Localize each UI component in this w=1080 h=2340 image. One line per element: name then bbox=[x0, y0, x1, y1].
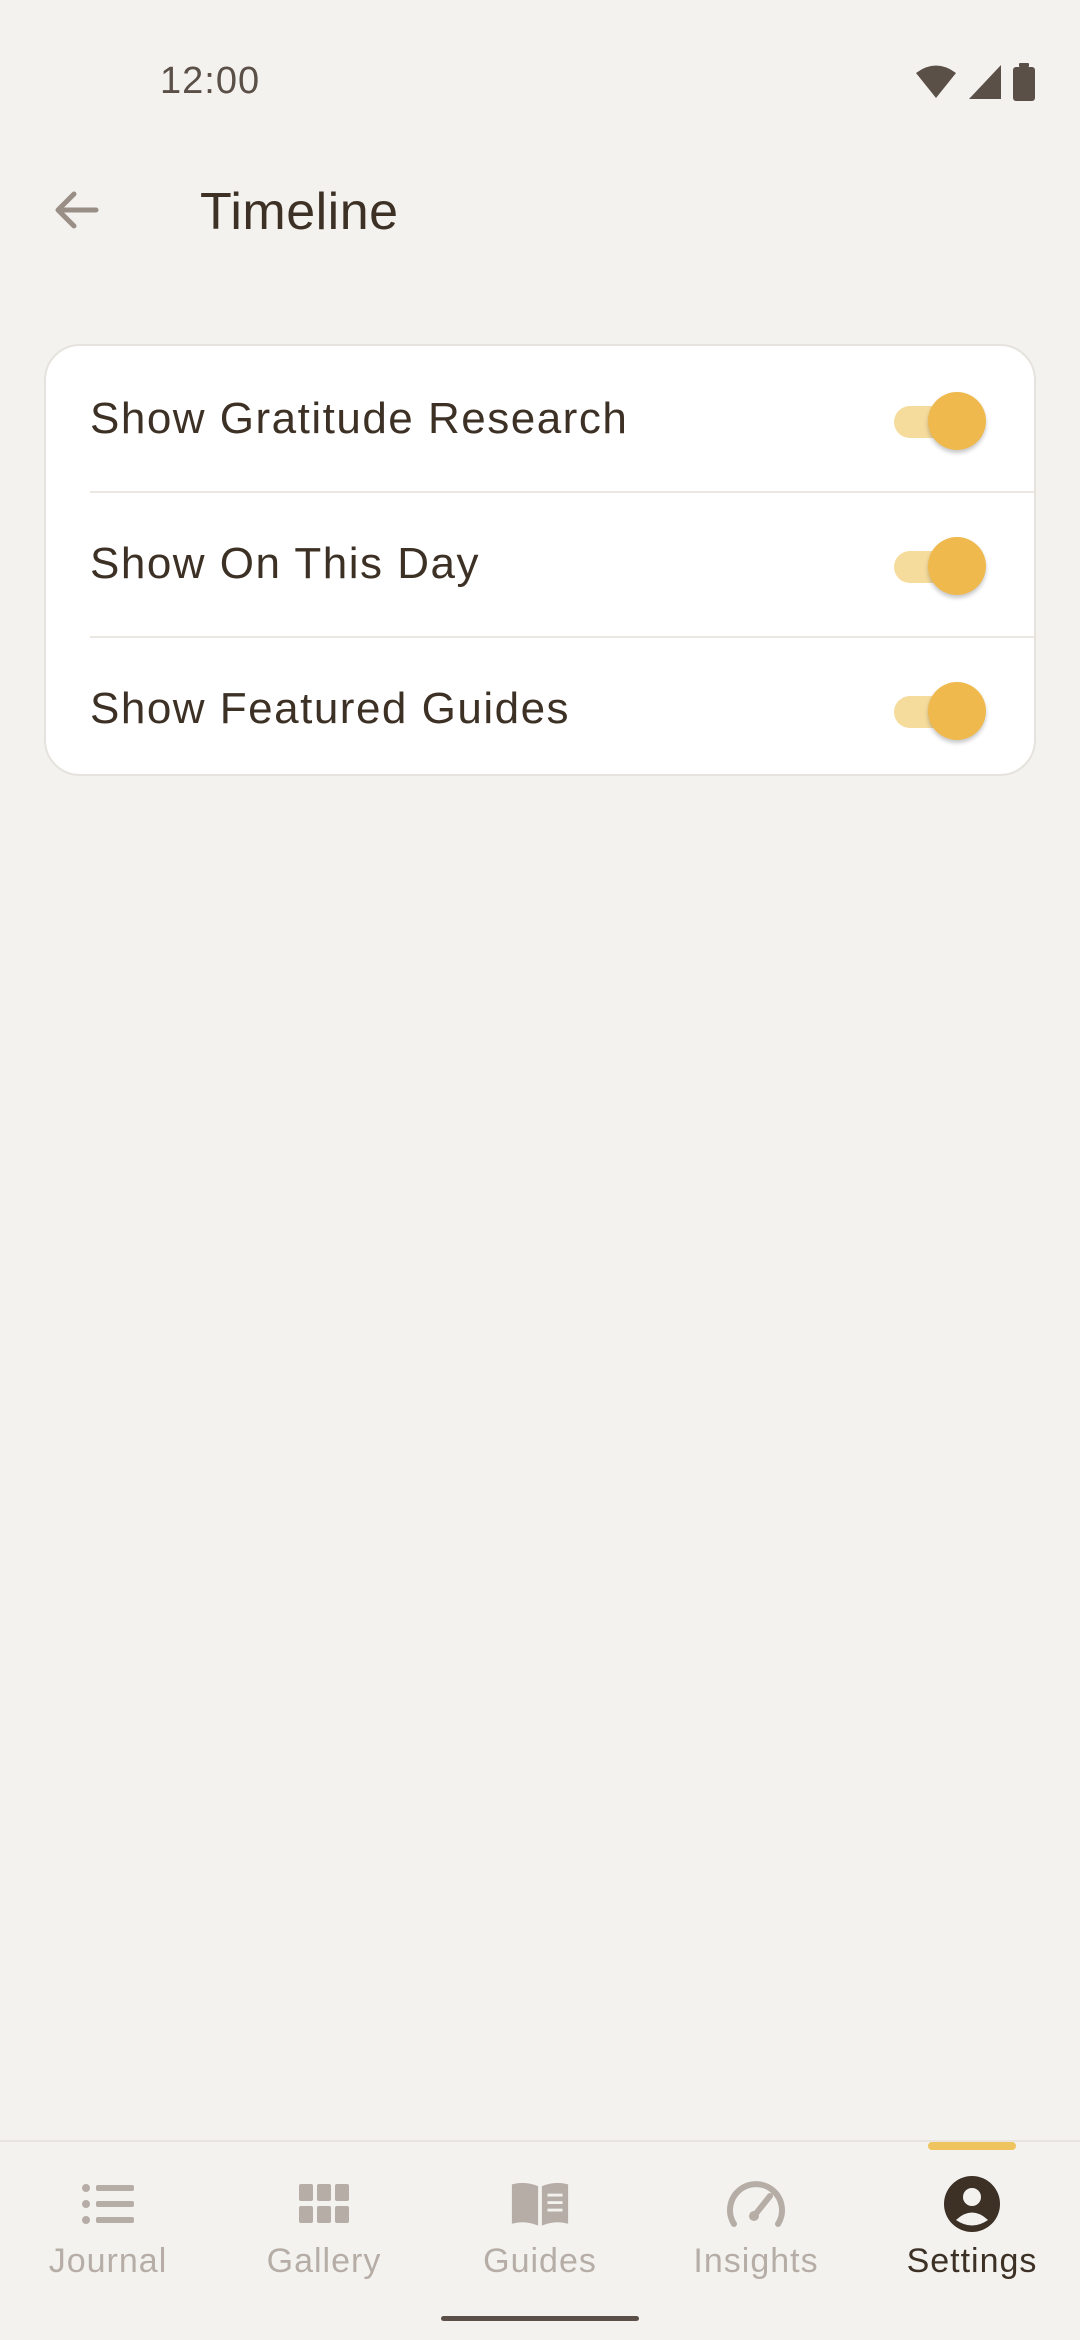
gauge-icon bbox=[726, 2174, 786, 2234]
signal-icon bbox=[968, 64, 1002, 105]
wifi-icon bbox=[914, 64, 958, 105]
nav-label: Guides bbox=[483, 2242, 597, 2280]
nav-label: Insights bbox=[693, 2242, 819, 2280]
status-bar: 12:00 bbox=[0, 0, 1080, 170]
nav-item-settings[interactable]: Settings bbox=[864, 2142, 1080, 2292]
toggle-thumb bbox=[928, 392, 986, 450]
nav-item-insights[interactable]: Insights bbox=[648, 2142, 864, 2292]
nav-label: Gallery bbox=[266, 2242, 382, 2280]
gratitude-research-toggle[interactable] bbox=[894, 390, 986, 450]
on-this-day-toggle[interactable] bbox=[894, 535, 986, 595]
settings-card: Show Gratitude Research Show On This Day… bbox=[44, 344, 1036, 776]
setting-label: Show Gratitude Research bbox=[90, 394, 629, 443]
toggle-thumb bbox=[928, 682, 986, 740]
bottom-navigation: Journal Gallery Guides Insights Settings bbox=[0, 2140, 1080, 2340]
nav-item-guides[interactable]: Guides bbox=[432, 2142, 648, 2292]
setting-row-featured-guides[interactable]: Show Featured Guides bbox=[46, 636, 1034, 774]
status-time: 12:00 bbox=[160, 60, 261, 102]
nav-item-journal[interactable]: Journal bbox=[0, 2142, 216, 2292]
nav-label: Settings bbox=[906, 2242, 1038, 2280]
toggle-thumb bbox=[928, 537, 986, 595]
battery-icon bbox=[1012, 63, 1036, 106]
setting-row-gratitude-research[interactable]: Show Gratitude Research bbox=[46, 346, 1034, 491]
nav-label: Journal bbox=[48, 2242, 168, 2280]
nav-item-gallery[interactable]: Gallery bbox=[216, 2142, 432, 2292]
account-circle-icon bbox=[942, 2174, 1002, 2234]
page-title: Timeline bbox=[200, 183, 399, 241]
status-icons bbox=[914, 63, 1036, 106]
featured-guides-toggle[interactable] bbox=[894, 680, 986, 740]
active-tab-indicator bbox=[928, 2142, 1016, 2150]
back-button[interactable] bbox=[34, 170, 118, 254]
setting-row-on-this-day[interactable]: Show On This Day bbox=[46, 491, 1034, 636]
arrow-left-icon bbox=[50, 184, 102, 241]
list-icon bbox=[78, 2174, 138, 2234]
setting-label: Show Featured Guides bbox=[90, 684, 571, 733]
book-icon bbox=[510, 2174, 570, 2234]
home-indicator[interactable] bbox=[441, 2316, 639, 2321]
grid-icon bbox=[294, 2174, 354, 2234]
setting-label: Show On This Day bbox=[90, 539, 481, 588]
top-app-bar: Timeline bbox=[0, 170, 1080, 260]
